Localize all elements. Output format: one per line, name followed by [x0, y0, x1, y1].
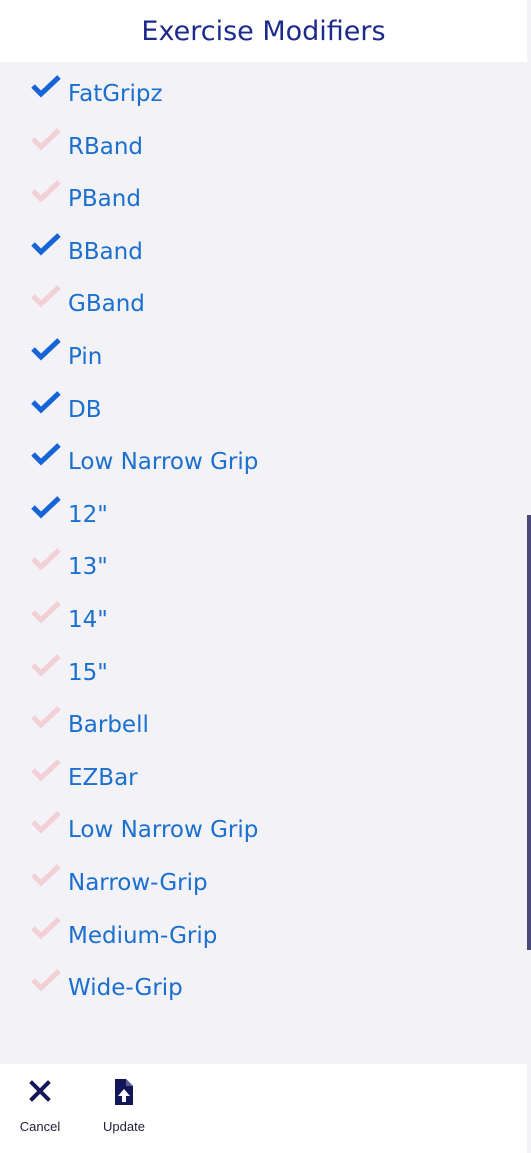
modifier-label: 14" — [68, 607, 108, 633]
modifier-label: GBand — [68, 291, 145, 318]
cancel-button[interactable]: Cancel — [5, 1064, 75, 1153]
file-upload-icon — [89, 1078, 159, 1105]
checkmark-unchecked-icon[interactable] — [31, 968, 61, 992]
checkmark-icon[interactable] — [31, 442, 61, 466]
checkmark-unchecked-icon[interactable] — [31, 810, 61, 834]
checkmark-icon[interactable] — [31, 232, 61, 256]
background-edge — [527, 0, 531, 1153]
modifier-item[interactable]: EZBar — [0, 750, 527, 802]
screen: Exercise Modifiers FatGripz RBand PBand BBa… — [0, 0, 531, 1153]
modifier-label: RBand — [68, 133, 144, 160]
modifier-item[interactable]: Low Narrow Grip — [0, 802, 527, 854]
modifier-item[interactable]: 12" — [0, 487, 527, 539]
modifier-label: Wide-Grip — [68, 975, 183, 1002]
modifier-item[interactable]: Low Narrow Grip — [0, 434, 527, 486]
modifier-item[interactable]: Medium-Grip — [0, 908, 527, 960]
dialog-footer: Cancel Update — [0, 1064, 527, 1153]
dialog-title: Exercise Modifiers — [141, 16, 386, 47]
modifier-label: 13" — [68, 554, 108, 581]
modifier-item[interactable]: Pin — [0, 329, 527, 381]
checkmark-unchecked-icon[interactable] — [31, 284, 61, 308]
checkmark-icon[interactable] — [31, 337, 61, 361]
checkmark-icon[interactable] — [31, 495, 61, 519]
modifier-label: 15" — [68, 659, 108, 686]
modifier-label: FatGripz — [68, 81, 163, 107]
modifier-label: DB — [68, 396, 102, 423]
modifier-label: Barbell — [68, 712, 149, 739]
modifier-item[interactable]: PBand — [0, 171, 527, 223]
modifier-item[interactable]: Narrow-Grip — [0, 855, 527, 907]
checkmark-unchecked-icon[interactable] — [31, 916, 61, 940]
modifier-item[interactable]: GBand — [0, 276, 527, 328]
modifier-label: PBand — [68, 186, 141, 213]
modifier-list: FatGripz RBand PBand BBand GBand Pin DB Low Nar… — [0, 62, 527, 1064]
modifier-label: 12" — [68, 501, 108, 528]
cancel-label: Cancel — [19, 1119, 61, 1134]
checkmark-unchecked-icon[interactable] — [31, 179, 61, 203]
close-icon — [5, 1078, 75, 1104]
modifier-label: BBand — [68, 238, 143, 265]
modifier-item[interactable]: FatGripz — [0, 66, 527, 118]
update-label: Update — [103, 1119, 145, 1134]
modifier-item[interactable]: DB — [0, 382, 527, 434]
checkmark-icon[interactable] — [31, 74, 61, 98]
modifier-item[interactable]: RBand — [0, 119, 527, 171]
modifier-item[interactable]: 14" — [0, 592, 527, 644]
checkmark-unchecked-icon[interactable] — [31, 863, 61, 887]
modifier-item[interactable]: Wide-Grip — [0, 960, 527, 1012]
exercise-modifiers-dialog: Exercise Modifiers FatGripz RBand PBand BBa… — [0, 0, 527, 1153]
checkmark-unchecked-icon[interactable] — [31, 758, 61, 782]
update-button[interactable]: Update — [89, 1064, 159, 1153]
checkmark-unchecked-icon[interactable] — [31, 705, 61, 729]
modifier-item[interactable]: BBand — [0, 224, 527, 276]
dialog-header: Exercise Modifiers — [0, 0, 527, 62]
modifier-label: Medium-Grip — [68, 922, 218, 949]
checkmark-unchecked-icon[interactable] — [31, 127, 61, 151]
modifier-label: Low Narrow Grip — [68, 449, 259, 476]
background-band — [527, 515, 531, 950]
checkmark-unchecked-icon[interactable] — [31, 600, 61, 624]
modifier-item[interactable]: 15" — [0, 645, 527, 697]
modifier-label: EZBar — [68, 764, 138, 791]
modifier-item[interactable]: 13" — [0, 539, 527, 591]
checkmark-unchecked-icon[interactable] — [31, 547, 61, 571]
checkmark-icon[interactable] — [31, 390, 61, 414]
modifier-label: Pin — [68, 344, 103, 370]
modifier-label: Narrow-Grip — [68, 870, 208, 896]
checkmark-unchecked-icon[interactable] — [31, 653, 61, 677]
modifier-item[interactable]: Barbell — [0, 697, 527, 749]
modifier-label: Low Narrow Grip — [68, 817, 259, 844]
